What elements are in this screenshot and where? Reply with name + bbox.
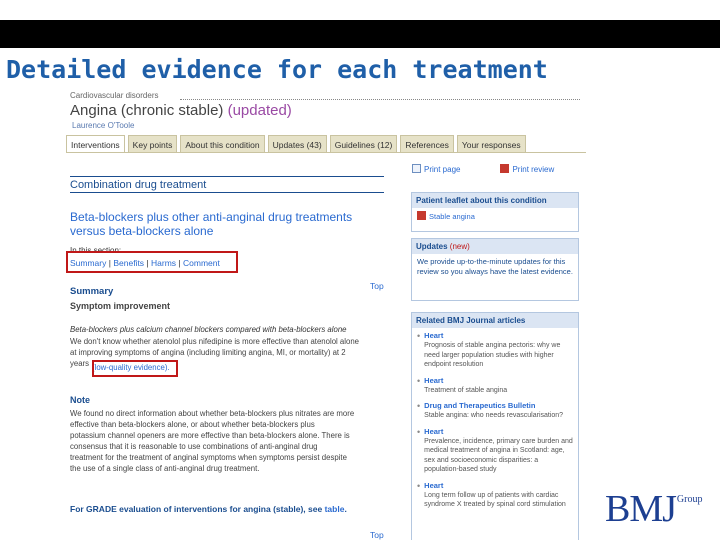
note-paragraph: We found no direct information about whe… <box>70 409 355 473</box>
breadcrumb-divider <box>180 92 580 100</box>
grade-note: For GRADE evaluation of interventions fo… <box>70 504 380 515</box>
page-icon <box>412 164 421 173</box>
grade-text: For GRADE evaluation of interventions fo… <box>70 504 323 514</box>
page-title-text: Angina (chronic stable) <box>70 102 224 119</box>
highlight-box-evidence <box>92 360 178 377</box>
print-page-button[interactable]: Print page <box>412 164 460 174</box>
bullet: • <box>417 480 421 491</box>
article-source: Drug and Therapeutics Bulletin <box>424 401 536 410</box>
patient-leaflet-box: Patient leaflet about this condition Sta… <box>411 192 579 232</box>
article-title: Prevalence, incidence, primary care burd… <box>424 437 573 474</box>
updated-label: (updated) <box>227 102 292 119</box>
document-icon <box>417 211 426 220</box>
list-item[interactable]: • Heart Prevalence, incidence, primary ca… <box>417 427 573 475</box>
leaflet-link[interactable]: Stable angina <box>412 208 578 225</box>
tab-references[interactable]: References <box>400 135 454 153</box>
logo-subtext: Group <box>676 494 703 505</box>
print-page-label: Print page <box>424 165 461 174</box>
page-title: Angina (chronic stable) (updated) <box>70 102 292 119</box>
tab-underline <box>66 152 586 153</box>
article-source: Heart <box>424 331 444 340</box>
bullet: • <box>417 401 421 411</box>
tab-updates[interactable]: Updates (43) <box>267 135 327 153</box>
updates-box: Updates (new) We provide up-to-the-minut… <box>411 238 579 301</box>
related-list: • Heart Prognosis of stable angina pector… <box>412 328 578 519</box>
article-title: Treatment of stable angina <box>424 386 508 394</box>
grade-table-link[interactable]: table <box>325 504 345 514</box>
list-item[interactable]: • Drug and Therapeutics Bulletin Stable a… <box>417 401 573 421</box>
tab-your-responses[interactable]: Your responses <box>456 135 526 153</box>
slide-title: Detailed evidence for each treatment <box>6 55 548 84</box>
article-source: Heart <box>424 426 444 436</box>
print-tools: Print page Print review <box>412 164 554 174</box>
slide-top-bar <box>0 20 720 48</box>
leaflet-heading: Patient leaflet about this condition <box>412 193 578 208</box>
new-badge: (new) <box>449 242 470 251</box>
article-source: Heart <box>424 480 444 490</box>
top-link[interactable]: Top <box>370 281 384 291</box>
highlight-box-section-links <box>66 251 238 273</box>
symptom-heading: Symptom improvement <box>70 301 171 311</box>
tab-bar: Interventions Key points About this cond… <box>66 135 526 153</box>
tab-about-condition[interactable]: About this condition <box>180 135 265 153</box>
bullet: • <box>417 426 421 437</box>
summary-heading: Summary <box>70 286 114 297</box>
bullet: • <box>417 375 421 386</box>
note-heading: Note <box>70 395 90 405</box>
list-item[interactable]: • Heart Treatment of stable angina <box>417 376 573 396</box>
related-heading: Related BMJ Journal articles <box>412 313 578 328</box>
article-source: Heart <box>424 375 444 385</box>
author-link[interactable]: Laurence O'Toole <box>72 121 134 130</box>
tab-guidelines[interactable]: Guidelines (12) <box>329 135 398 153</box>
leaflet-link-label: Stable angina <box>429 212 475 221</box>
bmj-group-logo: BMJ Group <box>605 490 702 528</box>
tab-interventions[interactable]: Interventions <box>66 135 125 153</box>
list-item[interactable]: • Heart Long term follow up of patients w… <box>417 481 573 510</box>
webpage-screenshot: Cardiovascular disorders Angina (chronic… <box>62 88 588 540</box>
comparison-heading: Beta-blockers plus calcium channel block… <box>70 325 347 334</box>
print-review-button[interactable]: Print review <box>500 164 554 174</box>
section-rule-bottom <box>70 192 384 193</box>
breadcrumb[interactable]: Cardiovascular disorders <box>70 91 158 100</box>
section-rule-top <box>70 176 384 177</box>
bullet: • <box>417 331 421 341</box>
section-heading: Combination drug treatment <box>70 179 207 191</box>
top-link[interactable]: Top <box>370 530 384 540</box>
list-item[interactable]: • Heart Prognosis of stable angina pector… <box>417 331 573 370</box>
tab-key-points[interactable]: Key points <box>127 135 178 153</box>
article-title: Long term follow up of patients with car… <box>424 491 566 509</box>
article-title: Prognosis of stable angina pectoris: why… <box>424 342 561 368</box>
printer-icon <box>500 164 510 173</box>
logo-wordmark: BMJ <box>605 488 677 530</box>
grade-end: . <box>344 504 347 514</box>
related-articles-box: Related BMJ Journal articles • Heart Prog… <box>411 312 579 540</box>
updates-heading-text: Updates <box>416 242 448 251</box>
updates-text: We provide up-to-the-minute updates for … <box>417 257 573 276</box>
article-title: Stable angina: who needs revascularisati… <box>424 412 564 419</box>
print-review-label: Print review <box>512 165 555 174</box>
updates-heading: Updates (new) <box>412 239 578 254</box>
treatment-title: Beta-blockers plus other anti-anginal dr… <box>70 210 353 238</box>
